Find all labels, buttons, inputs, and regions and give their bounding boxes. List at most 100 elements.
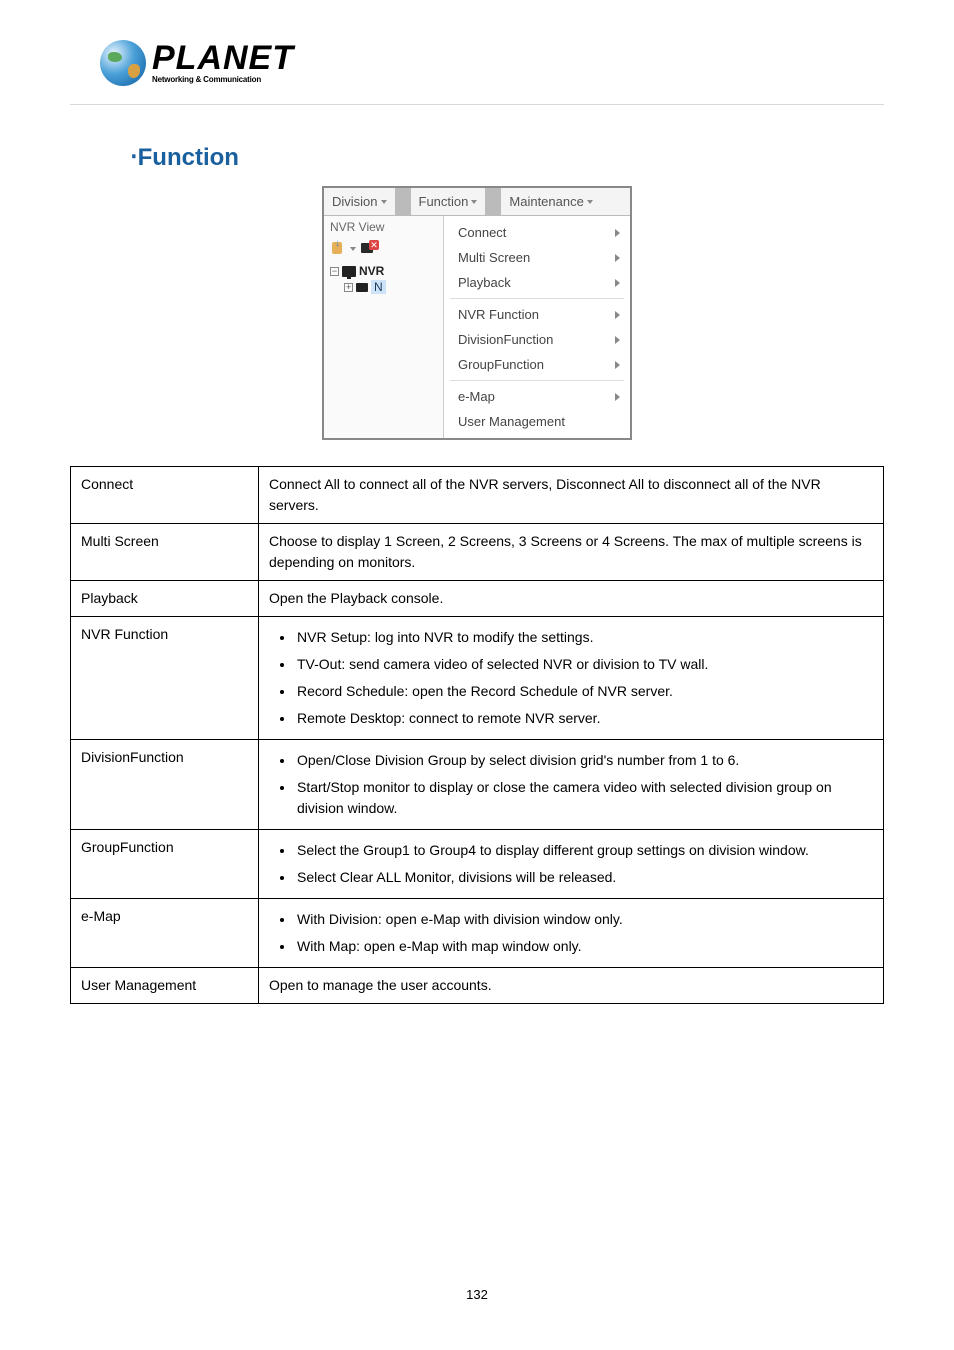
menu-divider <box>450 298 624 299</box>
separator <box>485 188 501 215</box>
submenu-arrow-icon <box>615 393 620 401</box>
tree-child-label: N <box>371 280 386 294</box>
menu-item-playback[interactable]: Playback <box>444 270 630 295</box>
list-item: Start/Stop monitor to display or close t… <box>295 774 873 822</box>
page-number: 132 <box>0 1287 954 1302</box>
table-cell-label: Playback <box>71 581 259 617</box>
remove-nvr-icon[interactable] <box>360 241 378 257</box>
page-content: PLANET Networking & Communication ‧Funct… <box>0 0 954 1044</box>
tree-root-row[interactable]: − NVR <box>330 264 437 278</box>
menu-item-division-function[interactable]: DivisionFunction <box>444 327 630 352</box>
tree-child-row[interactable]: + N <box>330 280 437 294</box>
sidebar-toolbar <box>330 240 437 258</box>
logo-brand: PLANET <box>152 42 294 74</box>
expand-icon[interactable]: + <box>344 283 353 292</box>
submenu-arrow-icon <box>615 311 620 319</box>
menu-item-label: Multi Screen <box>458 250 530 265</box>
menu-division-label: Division <box>332 194 378 209</box>
menu-item-label: e-Map <box>458 389 495 404</box>
separator <box>395 188 411 215</box>
menu-item-multi-screen[interactable]: Multi Screen <box>444 245 630 270</box>
header-logo-area: PLANET Networking & Communication <box>70 40 884 105</box>
menu-item-label: Connect <box>458 225 506 240</box>
section-title: ‧Function <box>130 143 884 172</box>
table-row: PlaybackOpen the Playback console. <box>71 581 884 617</box>
table-cell-desc: NVR Setup: log into NVR to modify the se… <box>259 617 884 740</box>
table-row: GroupFunction Select the Group1 to Group4… <box>71 830 884 899</box>
table-cell-desc: With Division: open e-Map with division … <box>259 899 884 968</box>
menu-maintenance[interactable]: Maintenance <box>501 188 600 215</box>
menu-item-connect[interactable]: Connect <box>444 220 630 245</box>
menu-maintenance-label: Maintenance <box>509 194 583 209</box>
table-row: User ManagementOpen to manage the user a… <box>71 968 884 1004</box>
table-cell-label: e-Map <box>71 899 259 968</box>
list-item: Record Schedule: open the Record Schedul… <box>295 678 873 705</box>
list-item: Select Clear ALL Monitor, divisions will… <box>295 864 873 891</box>
table-row: e-Map With Division: open e-Map with divi… <box>71 899 884 968</box>
table-cell-label: User Management <box>71 968 259 1004</box>
table-cell-desc: Select the Group1 to Group4 to display d… <box>259 830 884 899</box>
function-table: ConnectConnect All to connect all of the… <box>70 466 884 1004</box>
logo-tagline: Networking & Communication <box>152 75 294 84</box>
menu-item-label: User Management <box>458 414 565 429</box>
submenu-arrow-icon <box>615 361 620 369</box>
table-cell-label: Connect <box>71 467 259 524</box>
menu-item-label: NVR Function <box>458 307 539 322</box>
table-cell-desc: Open to manage the user accounts. <box>259 968 884 1004</box>
dropdown-icon[interactable] <box>350 247 356 251</box>
screenshot-wrapper: Division Function Maintenance NVR View <box>70 186 884 440</box>
table-cell-desc: Connect All to connect all of the NVR se… <box>259 467 884 524</box>
dropdown-icon <box>471 200 477 204</box>
table-cell-desc: Choose to display 1 Screen, 2 Screens, 3… <box>259 524 884 581</box>
table-cell-desc: Open the Playback console. <box>259 581 884 617</box>
submenu-arrow-icon <box>615 279 620 287</box>
dropdown-icon <box>381 200 387 204</box>
add-nvr-icon[interactable] <box>330 240 346 258</box>
submenu-arrow-icon <box>615 336 620 344</box>
menu-division[interactable]: Division <box>324 188 395 215</box>
sidebar: NVR View − NVR + N <box>324 216 444 438</box>
ui-screenshot: Division Function Maintenance NVR View <box>322 186 632 440</box>
list-item: NVR Setup: log into NVR to modify the se… <box>295 624 873 651</box>
list-item: Remote Desktop: connect to remote NVR se… <box>295 705 873 732</box>
table-cell-desc: Open/Close Division Group by select divi… <box>259 740 884 830</box>
table-cell-list: NVR Setup: log into NVR to modify the se… <box>269 624 873 732</box>
submenu-arrow-icon <box>615 229 620 237</box>
table-cell-label: GroupFunction <box>71 830 259 899</box>
menu-item-nvr-function[interactable]: NVR Function <box>444 302 630 327</box>
menu-item-label: Playback <box>458 275 511 290</box>
monitor-small-icon <box>356 283 368 292</box>
list-item: TV-Out: send camera video of selected NV… <box>295 651 873 678</box>
menu-function[interactable]: Function <box>411 188 486 215</box>
menu-item-label: GroupFunction <box>458 357 544 372</box>
table-cell-list: Select the Group1 to Group4 to display d… <box>269 837 873 891</box>
menu-item-group-function[interactable]: GroupFunction <box>444 352 630 377</box>
table-cell-label: DivisionFunction <box>71 740 259 830</box>
logo-text: PLANET Networking & Communication <box>152 42 294 83</box>
list-item: With Map: open e-Map with map window onl… <box>295 933 873 960</box>
sidebar-view-label: NVR View <box>330 220 437 234</box>
table-row: DivisionFunction Open/Close Division Grou… <box>71 740 884 830</box>
table-row: Multi ScreenChoose to display 1 Screen, … <box>71 524 884 581</box>
list-item: With Division: open e-Map with division … <box>295 906 873 933</box>
function-table-body: ConnectConnect All to connect all of the… <box>71 467 884 1004</box>
screenshot-body: NVR View − NVR + N <box>324 216 630 438</box>
collapse-icon[interactable]: − <box>330 267 339 276</box>
submenu-arrow-icon <box>615 254 620 262</box>
menu-item-emap[interactable]: e-Map <box>444 384 630 409</box>
table-cell-label: NVR Function <box>71 617 259 740</box>
dropdown-icon <box>587 200 593 204</box>
table-cell-list: Open/Close Division Group by select divi… <box>269 747 873 822</box>
tree-root-label: NVR <box>359 264 384 278</box>
menu-item-user-management[interactable]: User Management <box>444 409 630 434</box>
table-cell-list: With Division: open e-Map with division … <box>269 906 873 960</box>
table-row: ConnectConnect All to connect all of the… <box>71 467 884 524</box>
table-cell-label: Multi Screen <box>71 524 259 581</box>
planet-globe-icon <box>100 40 146 86</box>
list-item: Select the Group1 to Group4 to display d… <box>295 837 873 864</box>
function-dropdown-menu: Connect Multi Screen Playback NVR Functi… <box>444 216 630 438</box>
menu-divider <box>450 380 624 381</box>
list-item: Open/Close Division Group by select divi… <box>295 747 873 774</box>
menu-function-label: Function <box>419 194 469 209</box>
menubar: Division Function Maintenance <box>324 188 630 216</box>
